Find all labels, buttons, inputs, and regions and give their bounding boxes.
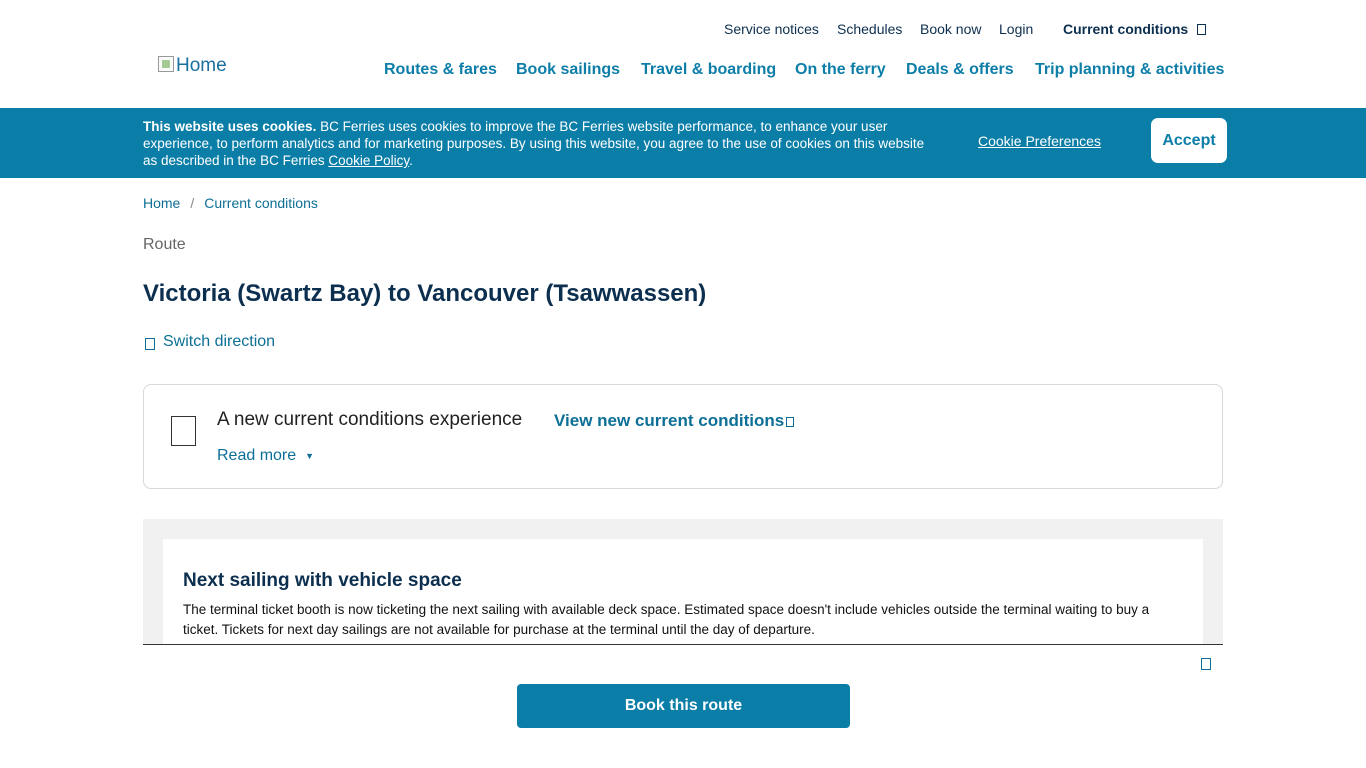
nav-trip-planning[interactable]: Trip planning & activities <box>1035 61 1224 79</box>
cookie-period: . <box>409 153 413 168</box>
next-sailing-description: The terminal ticket booth is now ticketi… <box>183 602 1150 637</box>
cookie-policy-link[interactable]: Cookie Policy <box>328 153 409 168</box>
nav-on-the-ferry[interactable]: On the ferry <box>795 61 886 79</box>
route-label: Route <box>143 236 186 253</box>
page-title: Victoria (Swartz Bay) to Vancouver (Tsaw… <box>143 280 707 307</box>
main-nav: Routes & fares Book sailings Travel & bo… <box>0 61 1366 83</box>
notice-title: A new current conditions experience <box>217 409 523 430</box>
util-schedules[interactable]: Schedules <box>837 21 902 37</box>
utility-nav: Service notices Schedules Book now Login… <box>0 21 1366 41</box>
nav-deals-offers[interactable]: Deals & offers <box>906 61 1014 79</box>
external-link-icon <box>1197 23 1207 35</box>
next-sailing-card: Next sailing with vehicle space The term… <box>163 539 1203 645</box>
nav-routes-fares[interactable]: Routes & fares <box>384 61 497 79</box>
breadcrumb: Home / Current conditions <box>143 195 318 211</box>
external-link-icon <box>786 417 795 427</box>
util-book-now[interactable]: Book now <box>920 21 981 37</box>
read-more-label: Read more <box>217 447 297 464</box>
breadcrumb-current[interactable]: Current conditions <box>204 195 318 211</box>
sticky-book-bar: Book this route <box>0 644 1366 768</box>
read-more-toggle[interactable]: Read more ▼ <box>217 447 314 465</box>
divider <box>143 644 1223 645</box>
breadcrumb-separator: / <box>190 195 195 211</box>
cookie-bold-text: This website uses cookies. <box>143 119 317 134</box>
cookie-message: This website uses cookies. BC Ferries us… <box>143 118 933 169</box>
new-experience-notice: A new current conditions experience View… <box>143 384 1223 489</box>
view-new-conditions-label: View new current conditions <box>554 411 785 430</box>
switch-direction-label: Switch direction <box>163 333 276 350</box>
close-icon[interactable] <box>1201 658 1211 670</box>
book-this-route-button[interactable]: Book this route <box>517 684 850 728</box>
accept-cookies-button[interactable]: Accept <box>1151 118 1227 163</box>
current-conditions-label: Current conditions <box>1063 21 1189 37</box>
util-login[interactable]: Login <box>999 21 1033 37</box>
next-sailing-title: Next sailing with vehicle space <box>183 570 462 591</box>
breadcrumb-home[interactable]: Home <box>143 195 180 211</box>
info-icon <box>171 416 196 446</box>
cookie-preferences-link[interactable]: Cookie Preferences <box>978 133 1101 149</box>
util-current-conditions[interactable]: Current conditions <box>1063 21 1207 37</box>
view-new-conditions-link[interactable]: View new current conditions <box>554 411 795 431</box>
caret-down-icon: ▼ <box>305 451 315 461</box>
nav-travel-boarding[interactable]: Travel & boarding <box>641 61 776 79</box>
switch-direction-link[interactable]: Switch direction <box>145 333 275 351</box>
switch-direction-icon <box>145 337 155 350</box>
nav-book-sailings[interactable]: Book sailings <box>516 61 620 79</box>
util-service-notices[interactable]: Service notices <box>724 21 819 37</box>
site-header: Home Service notices Schedules Book now … <box>0 0 1366 108</box>
